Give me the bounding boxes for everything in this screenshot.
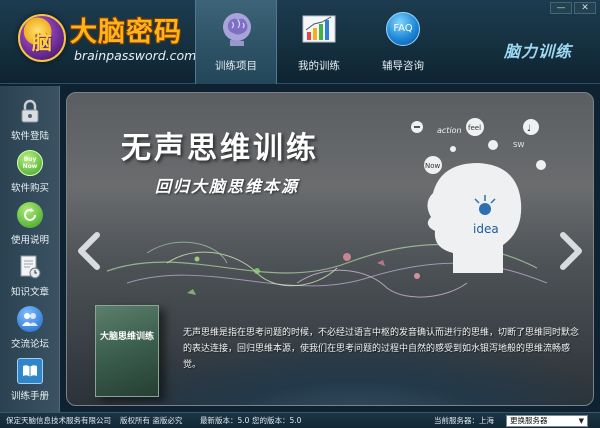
current-server: 当前服务器：上海 [434, 416, 494, 425]
tab-counseling[interactable]: FAQ 辅导咨询 [362, 0, 444, 84]
brand-slogan: 脑力训练 [503, 42, 572, 61]
thinking-head-illustration: idea action feel ♩ SW Now [411, 118, 546, 273]
buy-now-icon: Buy Now [17, 150, 43, 176]
sidebar-item-manual[interactable]: 训练手册 [4, 354, 56, 406]
svg-text:feel: feel [468, 124, 481, 132]
window-controls: — ✕ [550, 2, 596, 14]
sidebar-item-guide[interactable]: 使用说明 [4, 198, 56, 250]
svg-text:idea: idea [473, 222, 499, 236]
product-box-text: 大脑思维训练 [99, 332, 154, 342]
previous-arrow-icon[interactable] [75, 231, 105, 271]
banner-title: 无声思维训练 [121, 131, 319, 166]
feature-banner[interactable]: 无声思维训练 回归大脑思维本源 idea action feel ♩ SW No… [66, 92, 594, 406]
sidebar-item-articles[interactable]: 知识文章 [4, 250, 56, 302]
bar-chart-icon [302, 15, 336, 43]
tab-label: 我的训练 [298, 60, 340, 72]
book-icon [17, 358, 43, 384]
your-version: 您的版本：5.0 [252, 416, 302, 425]
brain-logo-icon: 脑 [18, 14, 66, 62]
banner-description: 无声思维是指在思考问题的时候，不必经过语言中枢的发音确认而进行的思维，切断了思维… [183, 328, 580, 370]
sidebar-item-label: 训练手册 [10, 391, 49, 402]
chevron-down-icon: ▼ [578, 417, 584, 425]
tab-label: 辅导咨询 [382, 60, 424, 72]
svg-text:action: action [437, 126, 462, 135]
sidebar: 软件登陆 Buy Now 软件购买 使用说明 知识文章 交流论坛 训练手册 [0, 86, 60, 412]
minimize-button[interactable]: — [550, 2, 572, 14]
sidebar-item-login[interactable]: 软件登陆 [4, 94, 56, 146]
logo-glyph: 脑 [32, 30, 52, 54]
tab-training-items[interactable]: 训练项目 [195, 0, 277, 84]
document-clock-icon [17, 254, 43, 280]
sidebar-item-buy[interactable]: Buy Now 软件购买 [4, 146, 56, 198]
banner-subtitle: 回归大脑思维本源 [155, 177, 300, 196]
faq-icon: FAQ [384, 10, 422, 48]
refresh-icon [17, 202, 43, 228]
tab-my-training[interactable]: 我的训练 [278, 0, 360, 84]
next-arrow-icon[interactable] [555, 231, 585, 271]
svg-text:SW: SW [513, 141, 524, 149]
status-bar: 保定天脑信息技术服务有限公司 版权所有 盗版必究 最新版本：5.0 您的版本：5… [0, 412, 600, 428]
copyright-text: 版权所有 盗版必究 [120, 416, 183, 425]
sidebar-item-forum[interactable]: 交流论坛 [4, 302, 56, 354]
sidebar-item-label: 使用说明 [10, 235, 49, 246]
server-select[interactable]: 更换服务器 ▼ [506, 415, 588, 427]
product-box-image: 大脑思维训练 [95, 305, 159, 397]
server-select-label: 更换服务器 [510, 416, 548, 425]
svg-text:♩: ♩ [527, 124, 531, 134]
app-website: brainpassword.com [74, 48, 197, 63]
app-header: 脑 大脑密码 brainpassword.com 训练项目 我的训练 FAQ 辅… [0, 0, 600, 84]
latest-version: 最新版本：5.0 [200, 416, 250, 425]
sidebar-item-label: 知识文章 [10, 287, 49, 298]
sidebar-item-label: 交流论坛 [10, 339, 49, 350]
app-title: 大脑密码 [70, 17, 182, 48]
close-button[interactable]: ✕ [574, 2, 596, 14]
company-name: 保定天脑信息技术服务有限公司 [6, 416, 111, 425]
tab-label: 训练项目 [215, 60, 257, 72]
users-icon [17, 306, 43, 332]
lock-icon [17, 98, 43, 124]
sidebar-item-label: 软件购买 [10, 183, 49, 194]
svg-text:Now: Now [425, 162, 441, 170]
sidebar-item-label: 软件登陆 [10, 131, 49, 142]
brain-head-icon [223, 13, 251, 46]
